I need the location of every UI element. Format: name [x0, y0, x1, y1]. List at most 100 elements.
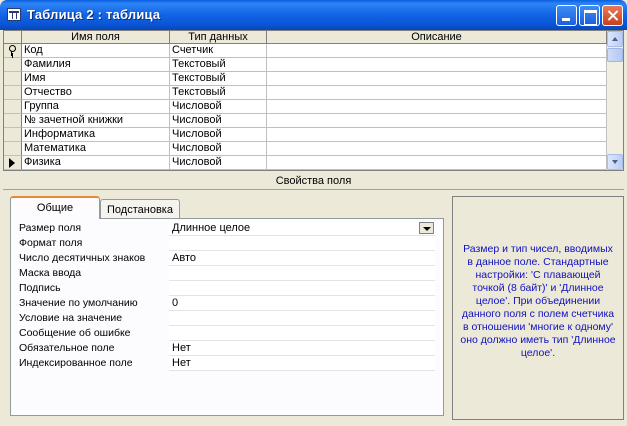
table-row[interactable]: Информатика Числовой — [4, 128, 607, 142]
description-cell[interactable] — [267, 100, 607, 114]
input-mask-input[interactable] — [169, 266, 435, 281]
row-selector[interactable] — [4, 100, 22, 114]
description-cell[interactable] — [267, 44, 607, 58]
property-row-validation-rule[interactable]: Условие на значение — [19, 311, 435, 326]
property-label: Подпись — [19, 282, 61, 294]
maximize-button[interactable] — [579, 5, 600, 26]
data-type-cell[interactable]: Числовой — [170, 114, 267, 128]
field-name-cell[interactable]: Группа — [22, 100, 170, 114]
property-label: Маска ввода — [19, 267, 82, 279]
column-header-description[interactable]: Описание — [267, 31, 607, 44]
field-name-cell[interactable]: Имя — [22, 72, 170, 86]
property-label: Число десятичных знаков — [19, 252, 146, 264]
divider — [3, 189, 624, 190]
property-label: Размер поля — [19, 222, 82, 234]
property-row-required[interactable]: Обязательное поле Нет — [19, 341, 435, 356]
field-design-grid[interactable]: Имя поля Тип данных Описание Код Счетчик… — [3, 30, 624, 171]
default-value-input[interactable]: 0 — [169, 296, 435, 311]
property-label: Формат поля — [19, 237, 83, 249]
description-cell[interactable] — [267, 72, 607, 86]
row-selector[interactable] — [4, 114, 22, 128]
field-name-cell[interactable]: Математика — [22, 142, 170, 156]
selector-header[interactable] — [4, 31, 22, 44]
field-size-select[interactable]: Длинное целое — [169, 221, 435, 236]
property-row-field-size[interactable]: Размер поля Длинное целое — [19, 221, 435, 236]
description-cell[interactable] — [267, 156, 607, 170]
scroll-down-button[interactable] — [607, 154, 623, 170]
row-selector[interactable] — [4, 72, 22, 86]
property-value: Длинное целое — [172, 222, 251, 234]
validation-rule-input[interactable] — [169, 311, 435, 326]
property-label: Сообщение об ошибке — [19, 327, 131, 339]
data-type-cell[interactable]: Числовой — [170, 142, 267, 156]
column-header-field-name[interactable]: Имя поля — [22, 31, 170, 44]
property-row-input-mask[interactable]: Маска ввода — [19, 266, 435, 281]
property-label: Индексированное поле — [19, 357, 133, 369]
table-row[interactable]: Физика Числовой — [4, 156, 607, 170]
properties-panel: Размер поля Длинное целое Формат поля Чи… — [10, 218, 444, 416]
chevron-down-icon[interactable] — [419, 222, 434, 234]
current-row-arrow-icon — [9, 158, 15, 168]
indexed-input[interactable]: Нет — [169, 356, 435, 371]
description-cell[interactable] — [267, 58, 607, 72]
field-name-cell[interactable]: Код — [22, 44, 170, 58]
scroll-up-button[interactable] — [607, 31, 623, 47]
property-row-format[interactable]: Формат поля — [19, 236, 435, 251]
data-type-cell[interactable]: Числовой — [170, 156, 267, 170]
table-row[interactable]: Код Счетчик — [4, 44, 607, 58]
data-type-cell[interactable]: Текстовый — [170, 72, 267, 86]
field-name-cell[interactable]: Фамилия — [22, 58, 170, 72]
row-selector[interactable] — [4, 86, 22, 100]
property-row-indexed[interactable]: Индексированное поле Нет — [19, 356, 435, 371]
property-row-caption[interactable]: Подпись — [19, 281, 435, 296]
column-header-data-type[interactable]: Тип данных — [170, 31, 267, 44]
table-row[interactable]: Отчество Текстовый — [4, 86, 607, 100]
property-label: Обязательное поле — [19, 342, 115, 354]
row-selector[interactable] — [4, 58, 22, 72]
description-cell[interactable] — [267, 128, 607, 142]
table-icon — [7, 8, 21, 21]
property-help-text: Размер и тип чисел, вводимых в данное по… — [452, 196, 624, 420]
table-row[interactable]: Фамилия Текстовый — [4, 58, 607, 72]
row-selector[interactable] — [4, 142, 22, 156]
row-selector[interactable] — [4, 44, 22, 58]
field-name-cell[interactable]: Физика — [22, 156, 170, 170]
data-type-cell[interactable]: Числовой — [170, 128, 267, 142]
key-icon — [8, 45, 16, 56]
grid-vertical-scrollbar[interactable] — [607, 31, 623, 170]
format-input[interactable] — [169, 236, 435, 251]
data-type-cell[interactable]: Текстовый — [170, 58, 267, 72]
scroll-thumb[interactable] — [607, 48, 623, 62]
description-cell[interactable] — [267, 114, 607, 128]
property-row-decimal-places[interactable]: Число десятичных знаков Авто — [19, 251, 435, 266]
field-name-cell[interactable]: Отчество — [22, 86, 170, 100]
field-name-cell[interactable]: № зачетной книжки — [22, 114, 170, 128]
property-row-default-value[interactable]: Значение по умолчанию 0 — [19, 296, 435, 311]
title-bar[interactable]: Таблица 2 : таблица — [0, 0, 627, 30]
table-row[interactable]: Имя Текстовый — [4, 72, 607, 86]
grid-rows: Код Счетчик Фамилия Текстовый Имя Тексто… — [4, 44, 607, 170]
tab-lookup[interactable]: Подстановка — [100, 199, 180, 220]
data-type-cell[interactable]: Счетчик — [170, 44, 267, 58]
property-row-validation-text[interactable]: Сообщение об ошибке — [19, 326, 435, 341]
minimize-button[interactable] — [556, 5, 577, 26]
close-button[interactable] — [602, 5, 623, 26]
table-row[interactable]: № зачетной книжки Числовой — [4, 114, 607, 128]
data-type-cell[interactable]: Числовой — [170, 100, 267, 114]
validation-text-input[interactable] — [169, 326, 435, 341]
property-label: Условие на значение — [19, 312, 123, 324]
data-type-cell[interactable]: Текстовый — [170, 86, 267, 100]
row-selector[interactable] — [4, 156, 22, 170]
decimal-places-input[interactable]: Авто — [169, 251, 435, 266]
property-label: Значение по умолчанию — [19, 297, 138, 309]
field-name-cell[interactable]: Информатика — [22, 128, 170, 142]
description-cell[interactable] — [267, 142, 607, 156]
field-properties-title: Свойства поля — [275, 175, 352, 187]
required-input[interactable]: Нет — [169, 341, 435, 356]
caption-input[interactable] — [169, 281, 435, 296]
description-cell[interactable] — [267, 86, 607, 100]
tab-general[interactable]: Общие — [10, 196, 100, 219]
table-row[interactable]: Группа Числовой — [4, 100, 607, 114]
table-row[interactable]: Математика Числовой — [4, 142, 607, 156]
row-selector[interactable] — [4, 128, 22, 142]
